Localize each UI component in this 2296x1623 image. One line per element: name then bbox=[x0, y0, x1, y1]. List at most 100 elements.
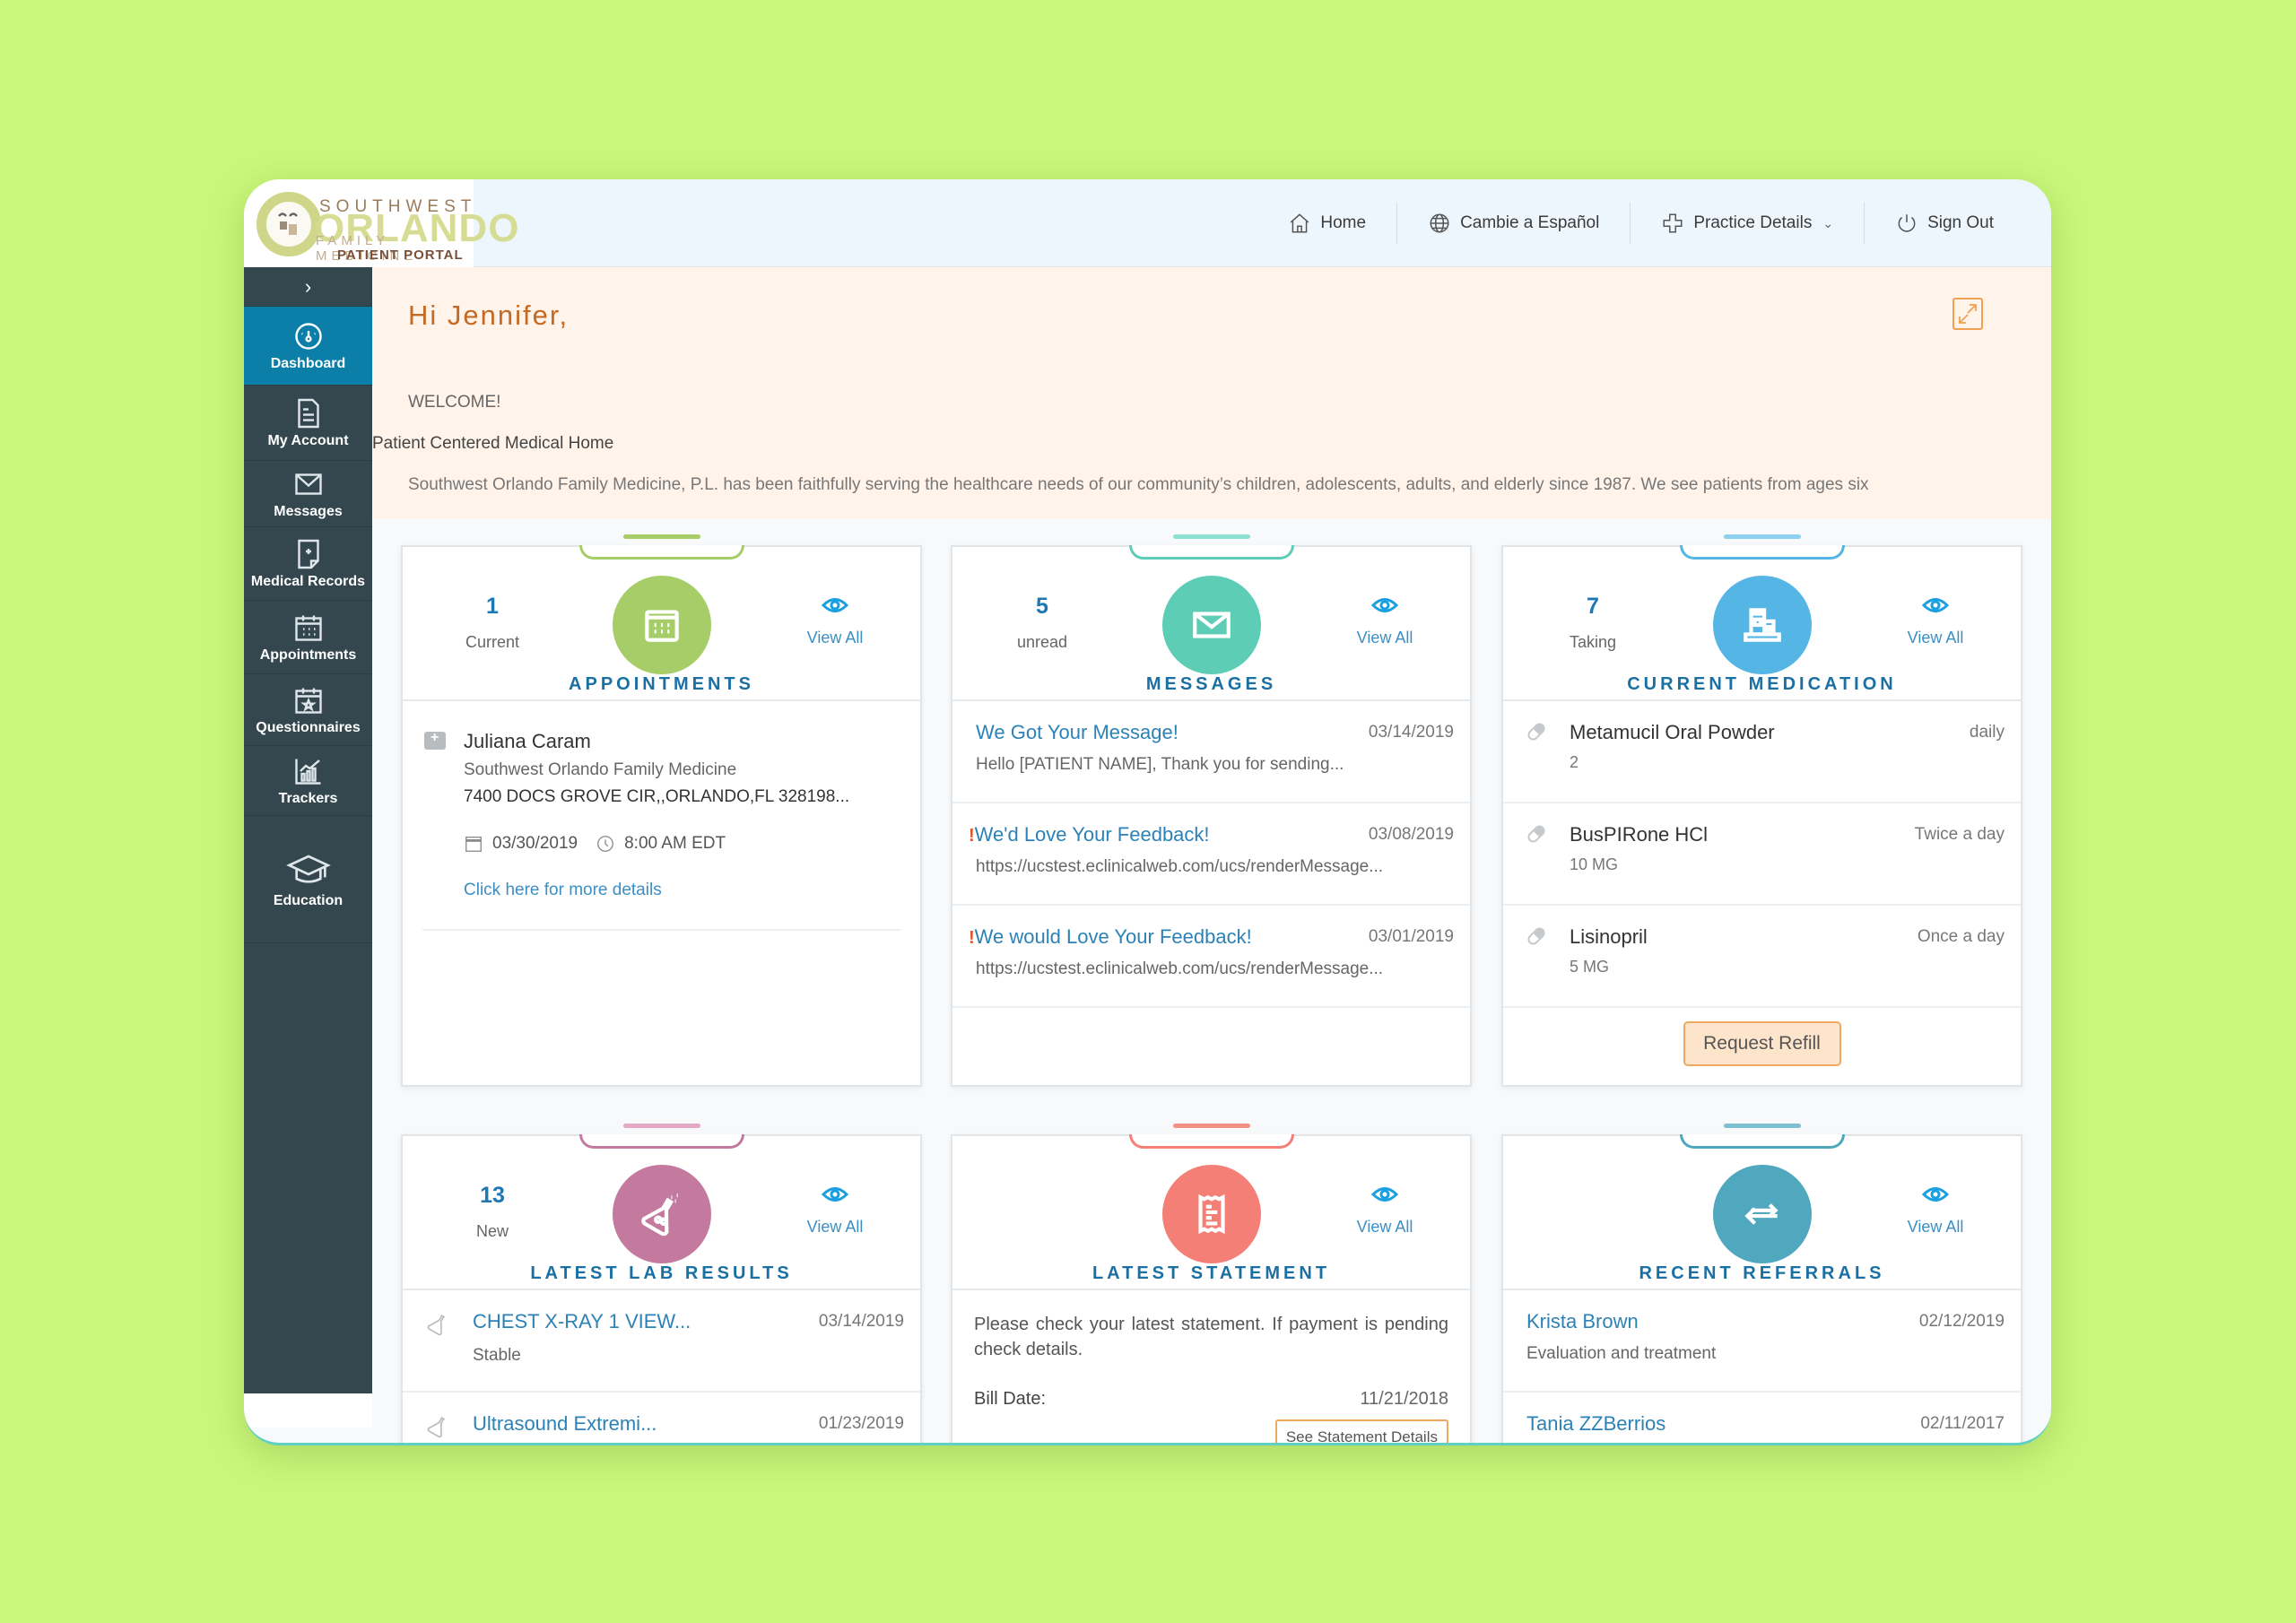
message-subject[interactable]: We would Love Your Feedback! bbox=[975, 925, 1252, 948]
appointment-address: 7400 DOCS GROVE CIR,,ORLANDO,FL 328198..… bbox=[464, 787, 850, 806]
portal-window: ORLANDO SOUTHWEST FAMILY MEDICINE PATIEN… bbox=[244, 179, 2051, 1445]
chart-trend-icon bbox=[294, 759, 320, 785]
calendar-icon bbox=[294, 615, 322, 641]
document-icon bbox=[297, 398, 319, 428]
sidebar-item-label: Questionnaires bbox=[256, 719, 361, 735]
lab-result-date: 01/23/2019 bbox=[818, 1414, 904, 1433]
lab-result-item[interactable]: Ultrasound Extremi... 01/23/2019 bbox=[403, 1393, 920, 1443]
chevron-right-icon: › bbox=[304, 274, 312, 298]
statement-card: View All LATEST STATEMENT Please check y… bbox=[951, 1124, 1472, 1443]
lab-count-label: New bbox=[475, 1222, 509, 1240]
nav-signout-label: Sign Out bbox=[1927, 213, 1994, 232]
card-header: 13 New View All LATEST LAB RESULTS bbox=[403, 1136, 920, 1290]
top-navigation: Home Cambie a Español Practice Details ⌄… bbox=[1257, 201, 2024, 246]
referrals-badge bbox=[1712, 1165, 1812, 1263]
nav-language-label: Cambie a Español bbox=[1460, 213, 1600, 232]
message-item[interactable]: !We'd Love Your Feedback! 03/08/2019 htt… bbox=[952, 803, 1470, 906]
sidebar-item-my-account[interactable]: My Account bbox=[244, 386, 372, 461]
card-tab-indicator bbox=[1172, 534, 1250, 539]
statement-title: LATEST STATEMENT bbox=[1091, 1263, 1331, 1283]
referral-date: 02/11/2017 bbox=[1920, 1414, 2005, 1433]
envelope-icon bbox=[294, 473, 322, 495]
messages-view-all[interactable]: View All bbox=[1335, 595, 1434, 647]
calendar-star-icon bbox=[294, 688, 322, 714]
logo-ring-icon bbox=[257, 192, 321, 256]
message-preview: https://ucstest.eclinicalweb.com/ucs/ren… bbox=[976, 959, 1384, 978]
card-tab-indicator bbox=[1723, 1124, 1801, 1128]
lab-count: 13 bbox=[480, 1183, 505, 1208]
medication-item[interactable]: Metamucil Oral Powder 2 daily bbox=[1503, 701, 2021, 803]
top-header: ORLANDO SOUTHWEST FAMILY MEDICINE PATIEN… bbox=[244, 179, 2051, 267]
view-all-label: View All bbox=[1356, 1218, 1413, 1236]
divider bbox=[422, 929, 900, 931]
practice-logo[interactable]: ORLANDO SOUTHWEST FAMILY MEDICINE PATIEN… bbox=[244, 179, 518, 267]
messages-badge bbox=[1161, 576, 1261, 674]
message-date: 03/14/2019 bbox=[1368, 723, 1454, 742]
lab-result-date: 03/14/2019 bbox=[818, 1312, 904, 1331]
sidebar-item-appointments[interactable]: Appointments bbox=[244, 601, 372, 674]
referral-item[interactable]: Tania ZZBerrios 02/11/2017 bbox=[1503, 1393, 2021, 1443]
lab-result-item[interactable]: CHEST X-RAY 1 VIEW... 03/14/2019 Stable bbox=[403, 1290, 920, 1393]
sidebar-item-label: Education bbox=[273, 892, 344, 908]
messages-title: MESSAGES bbox=[1145, 674, 1277, 694]
appointment-time: 8:00 AM EDT bbox=[624, 834, 726, 853]
message-item[interactable]: We Got Your Message! 03/14/2019 Hello [P… bbox=[952, 701, 1470, 803]
appointment-provider: Juliana Caram bbox=[464, 730, 591, 752]
referral-reason: Evaluation and treatment bbox=[1526, 1344, 1717, 1363]
referrals-title: RECENT REFERRALS bbox=[1639, 1263, 1885, 1283]
home-icon bbox=[1291, 213, 1309, 233]
sidebar-item-education[interactable]: Education bbox=[244, 816, 372, 943]
lab-result-status: Stable bbox=[473, 1346, 521, 1365]
logo-southwest: SOUTHWEST bbox=[319, 197, 477, 216]
sidebar-item-messages[interactable]: Messages bbox=[244, 461, 372, 527]
see-statement-details-button[interactable]: See Statement Details bbox=[1274, 1419, 1448, 1443]
welcome-text: WELCOME! bbox=[408, 393, 501, 412]
medical-record-icon bbox=[297, 539, 319, 568]
nav-home[interactable]: Home bbox=[1257, 201, 1396, 246]
card-tab-indicator bbox=[622, 1124, 700, 1128]
nav-practice-details[interactable]: Practice Details ⌄ bbox=[1631, 201, 1864, 246]
sidebar: › Dashboard My Account Messages Medical … bbox=[244, 267, 372, 1428]
sidebar-item-medical-records[interactable]: Medical Records bbox=[244, 527, 372, 601]
sidebar-item-trackers[interactable]: Trackers bbox=[244, 746, 372, 816]
card-tab-indicator bbox=[1723, 534, 1801, 539]
message-item[interactable]: !We would Love Your Feedback! 03/01/2019… bbox=[952, 906, 1470, 1008]
statement-view-all[interactable]: View All bbox=[1335, 1185, 1434, 1237]
medication-view-all[interactable]: View All bbox=[1886, 595, 1985, 647]
messages-count: 5 bbox=[1036, 594, 1048, 619]
message-preview: https://ucstest.eclinicalweb.com/ucs/ren… bbox=[976, 857, 1384, 876]
referral-item[interactable]: Krista Brown 02/12/2019 Evaluation and t… bbox=[1503, 1290, 2021, 1393]
appointments-view-all[interactable]: View All bbox=[786, 595, 884, 647]
message-date: 03/01/2019 bbox=[1368, 927, 1454, 946]
sidebar-expand-toggle[interactable]: › bbox=[244, 267, 372, 307]
transfer-arrows-icon bbox=[1744, 1203, 1779, 1225]
message-subject[interactable]: We'd Love Your Feedback! bbox=[975, 823, 1210, 846]
nav-sign-out[interactable]: Sign Out bbox=[1865, 201, 2024, 246]
view-all-label: View All bbox=[806, 1218, 864, 1236]
medication-item[interactable]: BusPIRone HCl 10 MG Twice a day bbox=[1503, 803, 2021, 906]
eye-icon bbox=[821, 1187, 849, 1202]
lab-badge bbox=[612, 1165, 711, 1263]
dashboard-gauge-icon bbox=[294, 322, 322, 350]
nav-language[interactable]: Cambie a Español bbox=[1397, 201, 1630, 246]
appointment-details-link[interactable]: Click here for more details bbox=[464, 881, 662, 900]
priority-alert-icon: ! bbox=[969, 826, 975, 846]
refill-area: Request Refill bbox=[1503, 1008, 2021, 1080]
medication-item[interactable]: Lisinopril 5 MG Once a day bbox=[1503, 906, 2021, 1008]
referrals-view-all[interactable]: View All bbox=[1886, 1185, 1985, 1237]
medication-dose: 5 MG bbox=[1570, 958, 1610, 976]
expand-button[interactable] bbox=[1952, 298, 1983, 330]
messages-card: 5 unread View All MESSAGES We Got Your M… bbox=[951, 534, 1472, 1087]
sidebar-item-questionnaires[interactable]: Questionnaires bbox=[244, 674, 372, 746]
receipt-icon bbox=[1197, 1193, 1225, 1235]
appointments-count-label: Current bbox=[465, 633, 520, 651]
request-refill-button[interactable]: Request Refill bbox=[1683, 1021, 1841, 1066]
welcome-banner: Hi Jennifer, WELCOME! Patient Centered M… bbox=[372, 267, 2051, 518]
lab-results-card: 13 New View All LATEST LAB RESULTS CHEST… bbox=[401, 1124, 922, 1443]
lab-view-all[interactable]: View All bbox=[786, 1185, 884, 1237]
eye-icon bbox=[1370, 598, 1399, 612]
flask-icon bbox=[640, 1193, 678, 1237]
sidebar-item-dashboard[interactable]: Dashboard bbox=[244, 307, 372, 386]
message-date: 03/08/2019 bbox=[1368, 825, 1454, 844]
envelope-icon bbox=[1192, 612, 1231, 638]
